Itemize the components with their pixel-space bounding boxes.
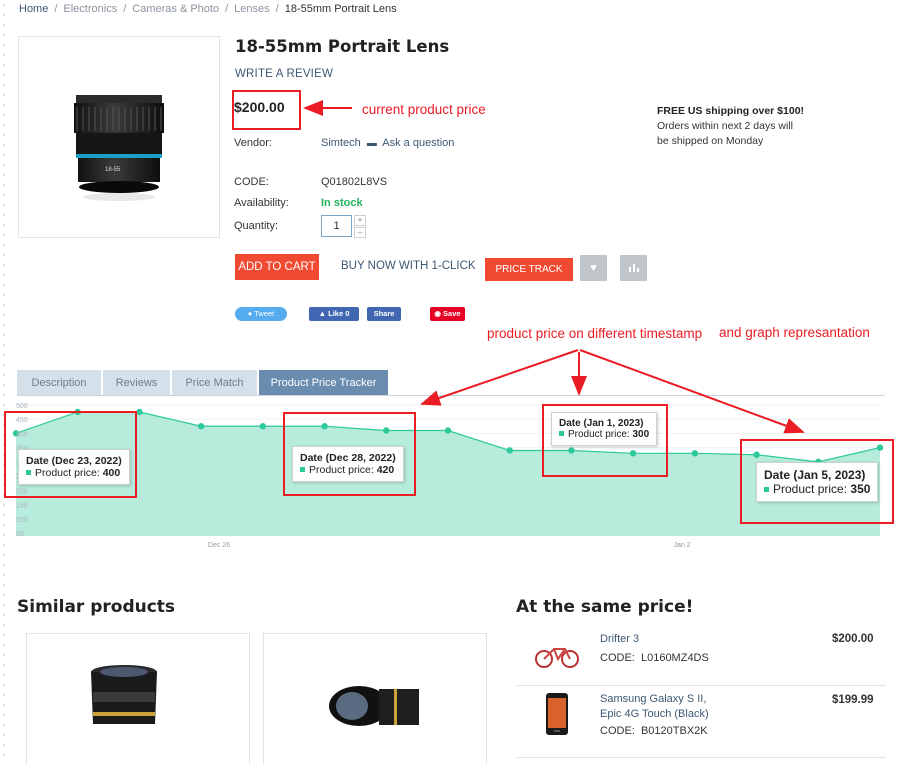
phone-image bbox=[546, 693, 568, 735]
same-price-name-line-1: Samsung Galaxy S II, bbox=[600, 693, 707, 705]
same-price-code-value: L0160MZ4DS bbox=[640, 652, 709, 664]
same-price-code-label: CODE: bbox=[600, 725, 635, 737]
fisheye-lens-image bbox=[329, 686, 419, 726]
same-price-item-code: CODE: B0120TBX2K bbox=[600, 725, 708, 737]
same-price-item-price: $199.99 bbox=[832, 694, 874, 706]
wide-lens-image bbox=[91, 665, 157, 724]
divider bbox=[516, 757, 886, 758]
arrow-to-tooltip-4 bbox=[579, 349, 805, 434]
similar-product-card[interactable] bbox=[26, 633, 250, 764]
bicycle-image bbox=[535, 648, 579, 668]
same-price-item-price: $200.00 bbox=[832, 633, 874, 645]
same-price-code-label: CODE: bbox=[600, 652, 635, 664]
same-price-item-name[interactable]: Drifter 3 bbox=[600, 632, 639, 647]
same-price-item-name[interactable]: Samsung Galaxy S II, Epic 4G Touch (Blac… bbox=[600, 692, 709, 722]
divider bbox=[516, 685, 886, 686]
arrow-to-tooltip-2 bbox=[420, 349, 579, 406]
similar-products-title: Similar products bbox=[17, 597, 176, 617]
same-price-name-line-2: Epic 4G Touch (Black) bbox=[600, 708, 709, 720]
same-price-item-code: CODE: L0160MZ4DS bbox=[600, 652, 709, 664]
similar-product-card[interactable] bbox=[263, 633, 487, 764]
same-price-code-value: B0120TBX2K bbox=[640, 725, 708, 737]
same-price-title: At the same price! bbox=[516, 597, 694, 617]
arrow-set bbox=[303, 100, 805, 434]
